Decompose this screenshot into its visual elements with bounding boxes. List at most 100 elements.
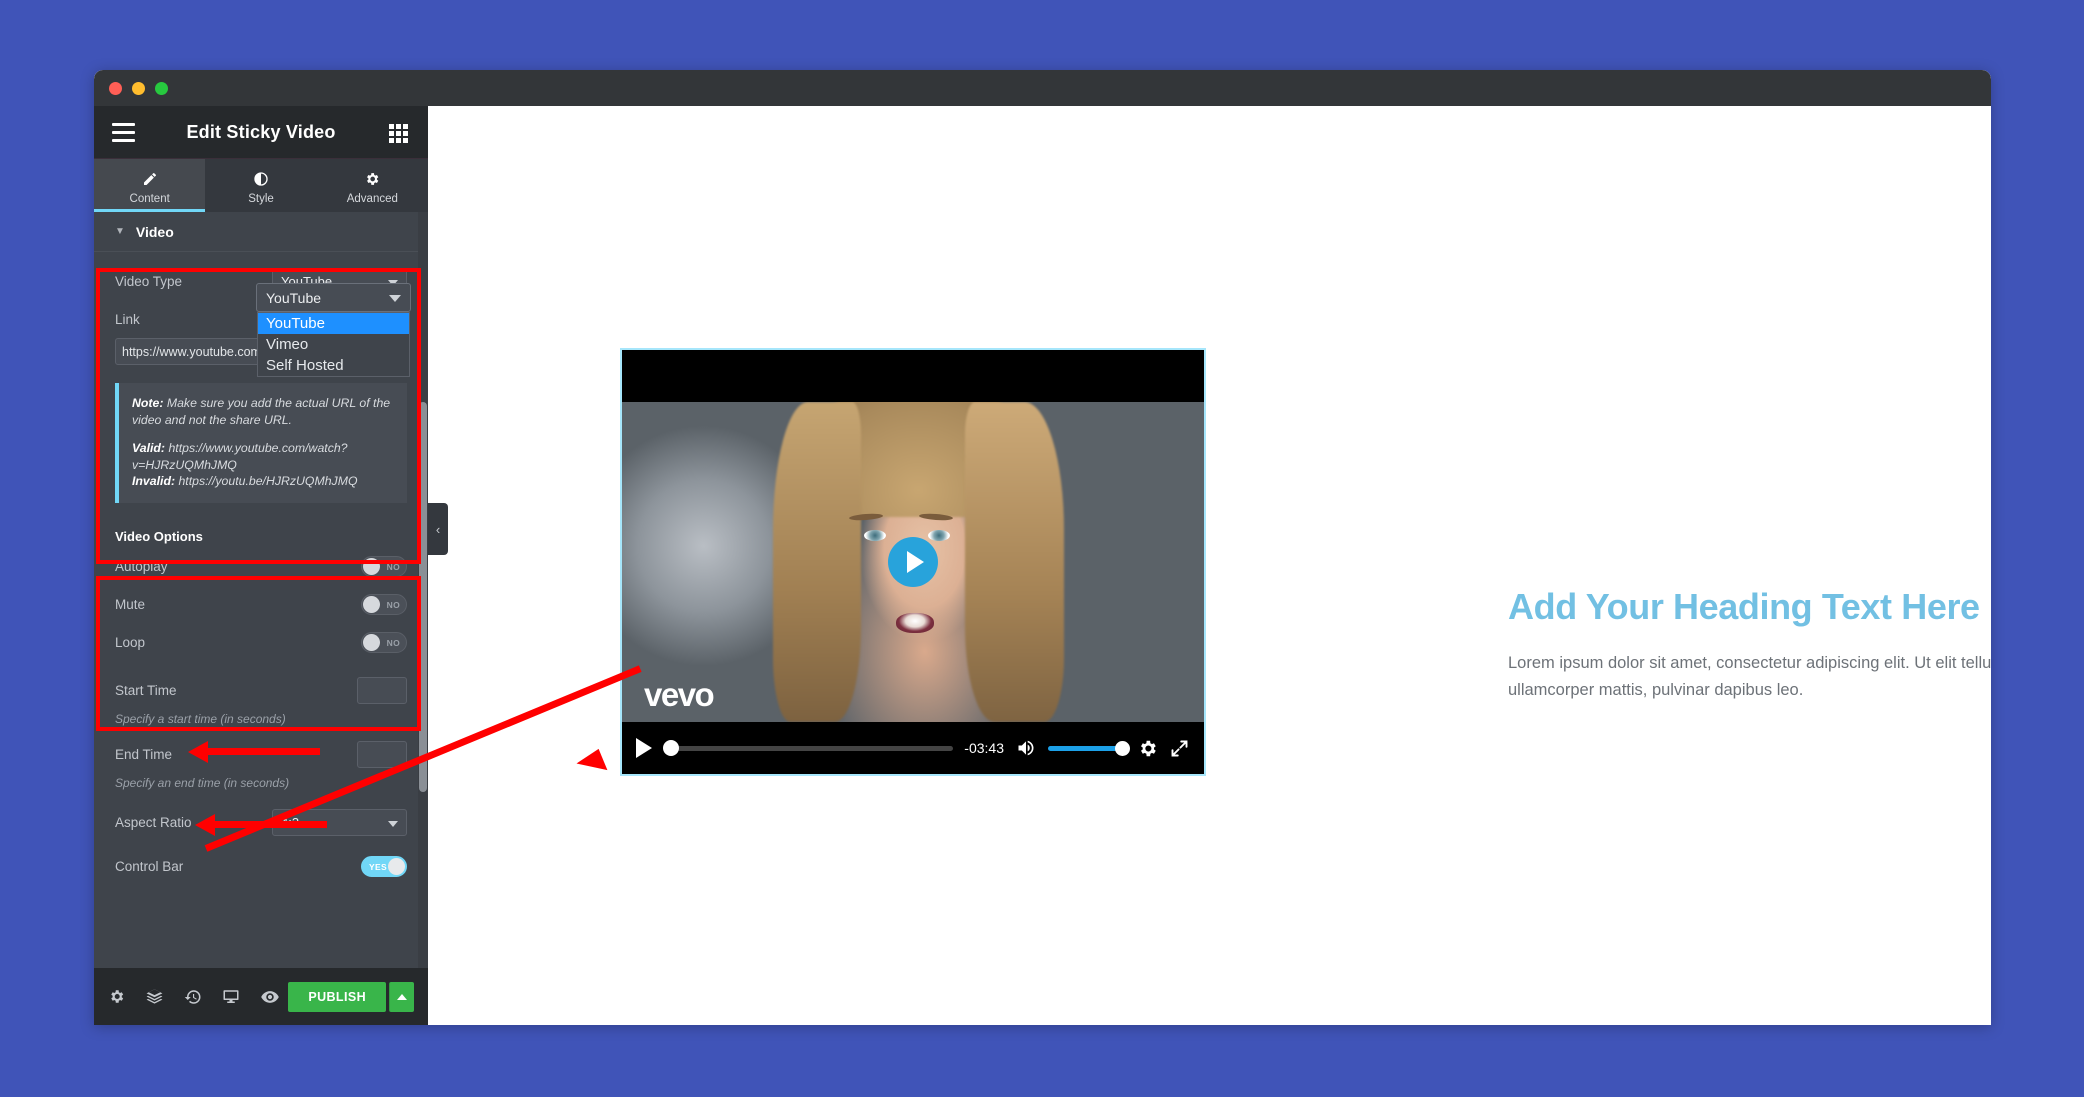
editor-window: Edit Sticky Video Content Style Advanced…	[94, 70, 1991, 1025]
history-icon[interactable]	[184, 988, 202, 1006]
window-maximize-button[interactable]	[155, 82, 168, 95]
play-icon[interactable]	[888, 537, 938, 587]
progress-bar[interactable]	[663, 739, 954, 757]
toggle-knob	[388, 858, 405, 876]
pencil-icon	[142, 171, 158, 188]
caret-up-icon	[397, 994, 407, 1000]
time-remaining: -03:43	[964, 740, 1004, 756]
volume-slider[interactable]	[1048, 740, 1130, 756]
panel-header: Edit Sticky Video	[94, 106, 428, 159]
editor-panel: Edit Sticky Video Content Style Advanced…	[94, 106, 428, 1025]
dropdown-option-self-hosted[interactable]: Self Hosted	[258, 355, 409, 376]
control-bar-row: Control Bar YES	[94, 848, 428, 886]
progress-track	[677, 745, 954, 751]
contrast-icon	[253, 171, 269, 188]
tab-advanced[interactable]: Advanced	[317, 159, 428, 212]
publish-button[interactable]: PUBLISH	[288, 982, 386, 1012]
expand-icon[interactable]	[1169, 738, 1190, 759]
chevron-down-icon: ▼	[115, 226, 125, 237]
mute-label: Mute	[115, 597, 146, 613]
autoplay-state: NO	[386, 562, 400, 573]
note-invalid-text: https://youtu.be/HJRzUQMhJMQ	[175, 474, 358, 489]
start-time-input[interactable]	[357, 677, 407, 705]
section-video-header[interactable]: ▼ Video	[94, 212, 428, 252]
loop-state: NO	[386, 638, 400, 649]
chevron-down-icon	[389, 295, 401, 302]
chevron-down-icon	[388, 821, 398, 828]
note-line-1: Note: Make sure you add the actual URL o…	[132, 395, 394, 428]
annotation-arrow-start-time-line	[205, 748, 320, 755]
video-widget[interactable]: vevo -03:43	[620, 348, 1206, 776]
control-bar-toggle[interactable]: YES	[361, 856, 407, 878]
play-icon[interactable]	[636, 738, 652, 758]
autoplay-row: Autoplay NO	[94, 548, 428, 586]
toggle-knob	[363, 596, 380, 614]
video-type-select-face[interactable]: YouTube	[256, 283, 411, 312]
note-label: Note:	[132, 396, 164, 410]
tab-style-label: Style	[248, 192, 274, 205]
note-box: Note: Make sure you add the actual URL o…	[115, 383, 407, 503]
gear-icon	[364, 171, 380, 188]
video-type-selected-value: YouTube	[266, 289, 322, 306]
window-minimize-button[interactable]	[132, 82, 145, 95]
annotation-arrow-start-time-head	[188, 741, 208, 763]
note-text: Make sure you add the actual URL of the …	[132, 396, 391, 427]
note-valid-text: https://www.youtube.com/watch?v=HJRzUQMh…	[132, 441, 348, 472]
note-invalid-line: Invalid: https://youtu.be/HJRzUQMhJMQ	[132, 473, 394, 490]
annotation-arrow-end-time-head	[195, 814, 215, 836]
progress-knob[interactable]	[663, 740, 679, 756]
publish-options-button[interactable]	[389, 982, 414, 1012]
window-close-button[interactable]	[109, 82, 122, 95]
toggle-knob	[363, 634, 380, 652]
note-valid-label: Valid:	[132, 441, 166, 456]
tab-content-label: Content	[129, 192, 170, 205]
dropdown-option-youtube[interactable]: YouTube	[258, 313, 409, 334]
speaker-icon[interactable]	[1015, 738, 1037, 758]
panel-footer: PUBLISH	[94, 968, 428, 1025]
video-letterbox	[622, 350, 1204, 402]
mute-toggle[interactable]: NO	[361, 594, 407, 616]
start-time-label: Start Time	[115, 683, 177, 699]
scrollbar-thumb[interactable]	[419, 402, 427, 792]
grid-icon[interactable]	[389, 124, 408, 143]
page-heading: Add Your Heading Text Here	[1508, 586, 1980, 627]
gear-icon[interactable]	[1137, 738, 1158, 759]
tab-advanced-label: Advanced	[346, 192, 398, 205]
section-video-label: Video	[135, 223, 174, 240]
panel-collapse-handle[interactable]: ‹	[428, 503, 448, 555]
heading-block: Add Your Heading Text Here Lorem ipsum d…	[1508, 586, 1991, 703]
panel-tabs: Content Style Advanced	[94, 159, 428, 212]
video-type-label: Video Type	[115, 273, 183, 289]
loop-toggle[interactable]: NO	[361, 632, 407, 654]
video-options-title: Video Options	[115, 528, 203, 544]
note-valid-line: Valid: https://www.youtube.com/watch?v=H…	[132, 440, 394, 473]
hamburger-icon[interactable]	[112, 123, 135, 142]
volume-knob[interactable]	[1115, 740, 1130, 756]
page-title: Edit Sticky Video	[186, 121, 336, 142]
control-bar-label: Control Bar	[115, 859, 184, 875]
toggle-knob	[363, 558, 380, 576]
dropdown-option-vimeo[interactable]: Vimeo	[258, 334, 409, 355]
video-type-dropdown-list[interactable]: YouTube Vimeo Self Hosted	[257, 312, 410, 377]
mute-row: Mute NO	[94, 586, 428, 624]
control-bar-state: YES	[369, 862, 387, 873]
vevo-logo: vevo	[644, 676, 715, 713]
gear-icon[interactable]	[108, 988, 125, 1005]
page-paragraph: Lorem ipsum dolor sit amet, consectetur …	[1508, 654, 1991, 699]
video-thumbnail: vevo	[622, 402, 1204, 722]
loop-label: Loop	[115, 635, 146, 651]
preview-canvas: vevo -03:43 Add Your Heading Text Here L…	[428, 106, 1991, 1025]
tab-content[interactable]: Content	[94, 159, 206, 212]
tab-style[interactable]: Style	[205, 159, 316, 212]
panel-scrollbar[interactable]	[418, 212, 428, 968]
responsive-icon[interactable]	[222, 988, 240, 1006]
play-triangle	[906, 551, 924, 573]
autoplay-label: Autoplay	[115, 559, 168, 575]
video-controls-bar: -03:43	[622, 722, 1204, 774]
mute-state: NO	[386, 600, 400, 611]
autoplay-toggle[interactable]: NO	[361, 556, 407, 578]
layers-icon[interactable]	[145, 987, 164, 1006]
window-titlebar	[94, 70, 1991, 106]
preview-eye-icon[interactable]	[260, 987, 280, 1007]
loop-row: Loop NO	[94, 624, 428, 662]
